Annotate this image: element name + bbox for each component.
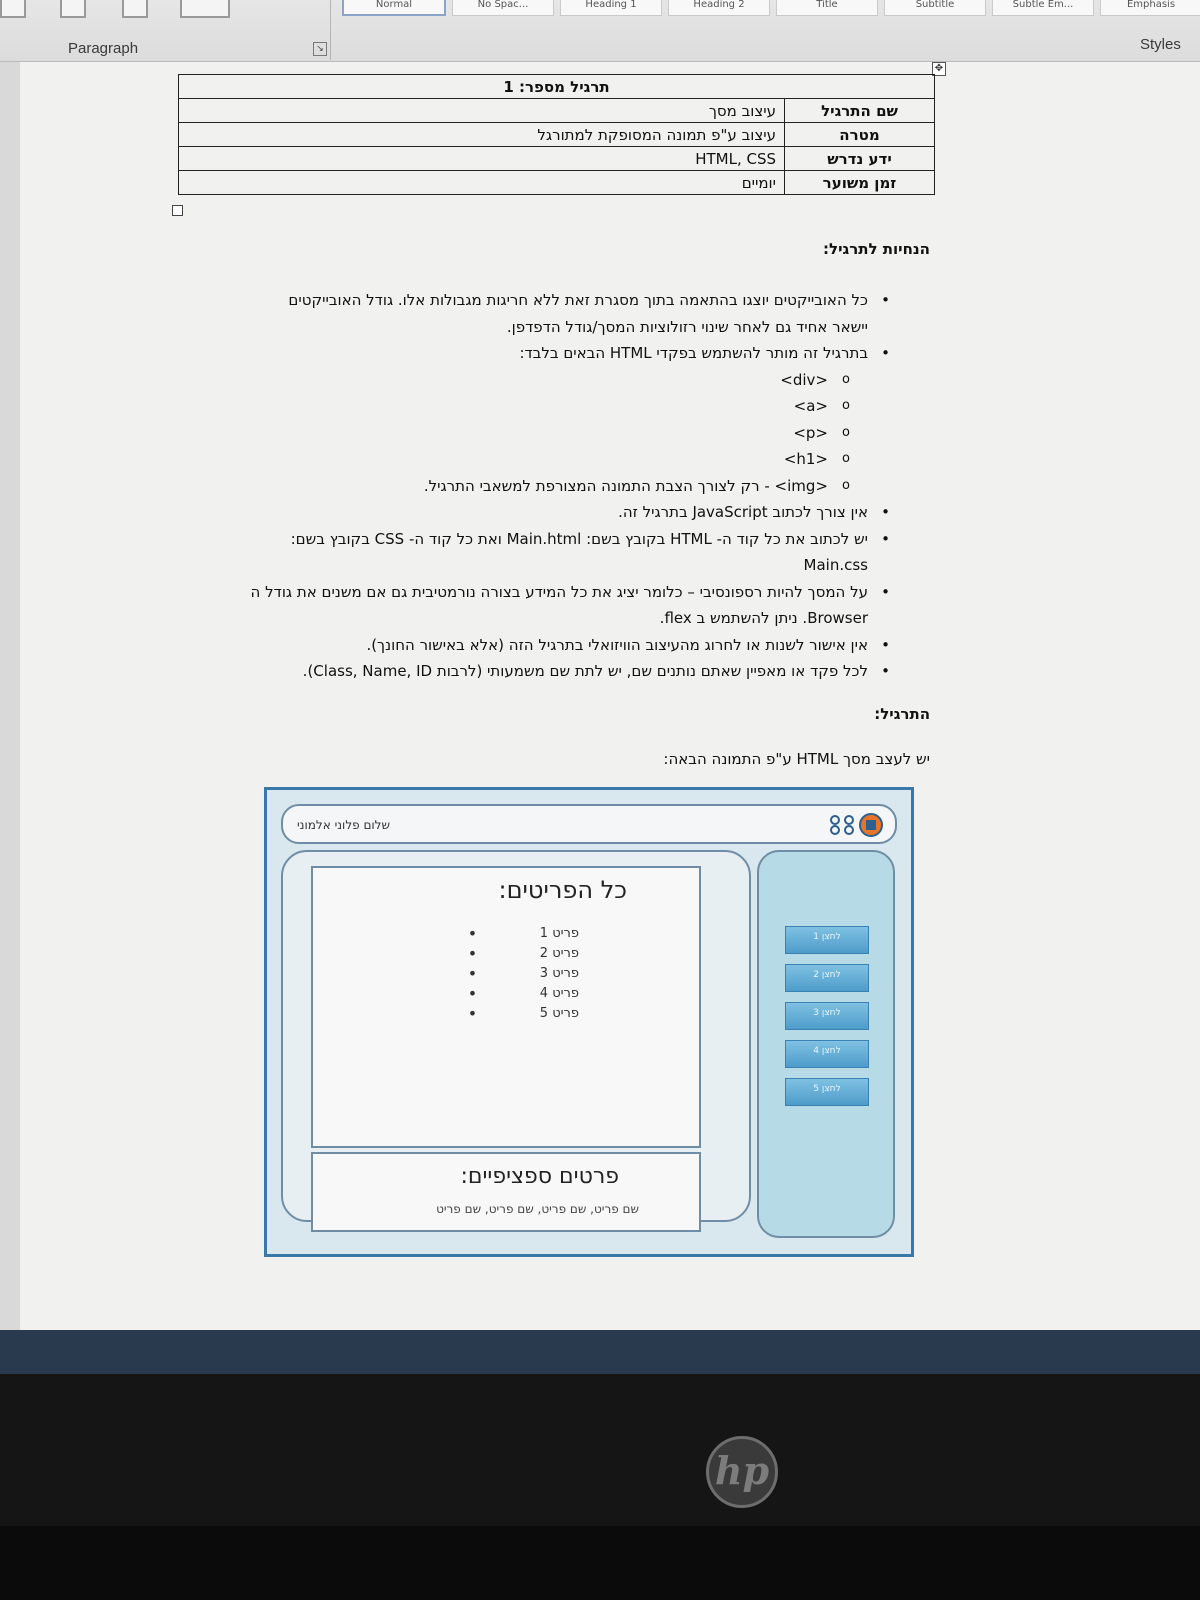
borders-icon[interactable] <box>180 0 230 18</box>
table-title: תרגיל מספר: 1 <box>178 74 935 99</box>
logo-icon <box>830 813 883 837</box>
table-value: HTML, CSS <box>178 146 785 171</box>
mockup-greeting: שלום פלוני אלמוני <box>297 818 391 832</box>
table-value: יומיים <box>178 170 785 195</box>
mockup-items-list: פריט 1 פריט 2 פריט 3 פריט 4 פריט 5 <box>467 924 579 1024</box>
style-emphasis[interactable]: Emphasis <box>1100 0 1200 16</box>
exercise-info-table: תרגיל מספר: 1 שם התרגיל עיצוב מסך מטרה ע… <box>178 74 935 195</box>
paragraph-group-label: Paragraph <box>68 40 139 57</box>
line-spacing-icon[interactable] <box>60 0 86 18</box>
style-heading-1[interactable]: Heading 1 <box>560 0 662 16</box>
style-heading-2[interactable]: Heading 2 <box>668 0 770 16</box>
ribbon-divider <box>330 0 331 60</box>
mockup-menu-button: לחצן 2 <box>785 964 869 992</box>
mockup-menu-button: לחצן 5 <box>785 1078 869 1106</box>
list-item: פריט 4 <box>467 984 579 1004</box>
table-key: זמן משוער <box>784 170 935 195</box>
instructions-list: כל האובייקטים יוצגו בהתאמה בתוך מסגרת זא… <box>250 287 890 685</box>
sub-list-item: <a> <box>250 393 890 420</box>
list-item: פריט 5 <box>467 1004 579 1024</box>
list-item: כל האובייקטים יוצגו בהתאמה בתוך מסגרת זא… <box>250 287 890 340</box>
styles-gallery[interactable]: Normal No Spac... Heading 1 Heading 2 Ti… <box>342 0 1200 16</box>
mockup-menu-button: לחצן 3 <box>785 1002 869 1030</box>
list-item: אין צורך לכתוב JavaScript בתרגיל זה. <box>250 499 890 526</box>
align-justify-icon[interactable] <box>0 0 26 18</box>
list-item: בתרגיל זה מותר להשתמש בפקדי HTML הבאים ב… <box>250 340 890 367</box>
exercise-heading: התרגיל: <box>874 705 930 723</box>
sub-list-item: <p> <box>250 420 890 447</box>
list-item: לכל פקד או מאפיין שאתם נותנים שם, יש לתת… <box>250 658 890 685</box>
tag-p: <p> <box>793 423 828 442</box>
list-item: פריט 3 <box>467 964 579 984</box>
list-item: על המסך להיות רספונסיבי – כלומר יציג את … <box>250 579 890 632</box>
sub-list-item: <h1> <box>250 446 890 473</box>
style-title[interactable]: Title <box>776 0 878 16</box>
list-item: פריט 2 <box>467 944 579 964</box>
table-row: זמן משוער יומיים <box>178 170 935 195</box>
instructions-heading: הנחיות לתרגיל: <box>823 240 930 258</box>
mockup-sidebar: לחצן 1 לחצן 2 לחצן 3 לחצן 4 לחצן 5 <box>757 850 895 1238</box>
table-key: מטרה <box>784 122 935 147</box>
style-subtle-emphasis[interactable]: Subtle Em... <box>992 0 1094 16</box>
style-subtitle[interactable]: Subtitle <box>884 0 986 16</box>
list-item: פריט 1 <box>467 924 579 944</box>
table-value: עיצוב מסך <box>178 98 785 123</box>
mockup-image[interactable]: שלום פלוני אלמוני כל הפריטים: פריט 1 • פ… <box>264 787 914 1257</box>
style-normal[interactable]: Normal <box>342 0 446 16</box>
style-no-spacing[interactable]: No Spac... <box>452 0 554 16</box>
mockup-items-title: כל הפריטים: <box>498 876 627 904</box>
shading-icon[interactable] <box>122 0 148 18</box>
table-key: שם התרגיל <box>784 98 935 123</box>
hp-logo-icon: hp <box>706 1436 778 1508</box>
sub-list-item: <img> - רק לצורך הצבת התמונה המצורפת למש… <box>250 473 890 500</box>
mockup-details-text: שם פריט, שם פריט, שם פריט, שם פריט <box>436 1202 639 1216</box>
list-item: יש לכתוב את כל קוד ה- HTML בקובץ בשם: Ma… <box>250 526 890 579</box>
tag-div: <div> <box>780 370 828 389</box>
table-row: ידע נדרש HTML, CSS <box>178 146 935 171</box>
list-item: אין אישור לשנות או לחרוג מהעיצוב הוויזוא… <box>250 632 890 659</box>
taskbar-strip <box>0 1330 1200 1374</box>
table-value: עיצוב ע"פ תמונה המסופקת למתורגל <box>178 122 785 147</box>
word-ribbon: Normal No Spac... Heading 1 Heading 2 Ti… <box>0 0 1200 62</box>
mockup-menu-button: לחצן 4 <box>785 1040 869 1068</box>
mockup-items-panel: כל הפריטים: פריט 1 פריט 2 פריט 3 פריט 4 … <box>311 866 701 1148</box>
desk-surface <box>0 1526 1200 1600</box>
table-row: מטרה עיצוב ע"פ תמונה המסופקת למתורגל <box>178 122 935 147</box>
mockup-details-panel: פרטים ספציפיים: שם פריט, שם פריט, שם פרי… <box>311 1152 701 1232</box>
table-row: שם התרגיל עיצוב מסך <box>178 98 935 123</box>
mockup-details-title: פרטים ספציפיים: <box>460 1164 619 1189</box>
tag-a: <a> <box>793 397 828 415</box>
exercise-text: יש לעצב מסך HTML ע"פ התמונה הבאה: <box>663 750 930 768</box>
styles-group-label: Styles <box>1140 36 1181 53</box>
mockup-menu-button: לחצן 1 <box>785 926 869 954</box>
sub-list-item: <div> <box>250 367 890 394</box>
tag-h1: <h1> <box>783 450 828 468</box>
document-page[interactable]: ✥ תרגיל מספר: 1 שם התרגיל עיצוב מסך מטרה… <box>20 62 1200 1330</box>
paragraph-dialog-launcher-icon[interactable]: ↘ <box>313 42 327 56</box>
mockup-header: שלום פלוני אלמוני <box>281 804 897 844</box>
document-area: ✥ תרגיל מספר: 1 שם התרגיל עיצוב מסך מטרה… <box>0 62 1200 1330</box>
table-resize-handle-icon[interactable] <box>172 205 183 216</box>
table-key: ידע נדרש <box>784 146 935 171</box>
